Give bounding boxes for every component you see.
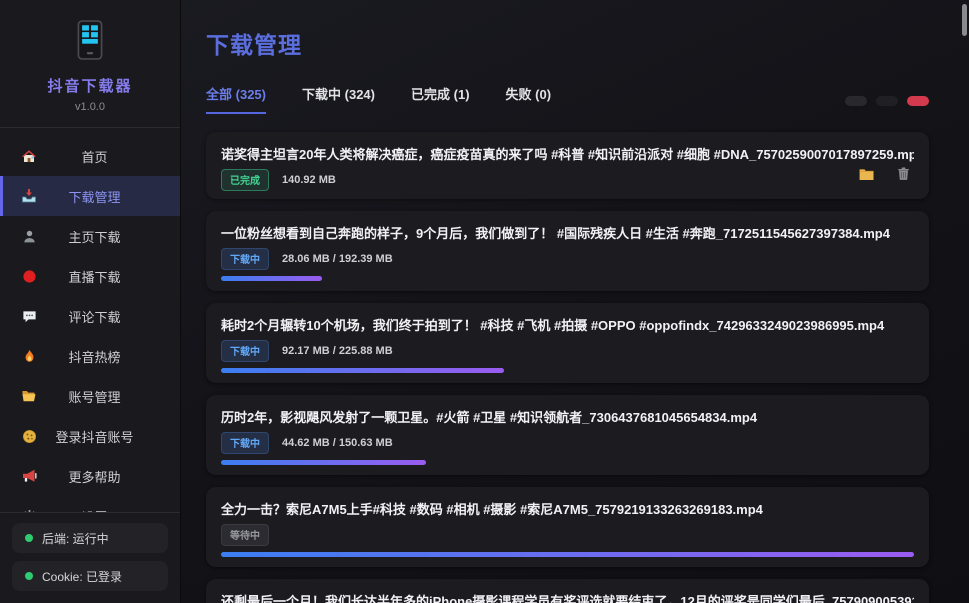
download-title: 耗时2个月辗转10个机场，我们终于拍到了！ #科技 #飞机 #拍摄 #OPPO … [221, 315, 914, 334]
sidebar-item-gear[interactable]: 设置 [0, 496, 180, 512]
sidebar-item-live-dot[interactable]: 直播下载 [0, 256, 180, 296]
sidebar-item-label: 账号管理 [41, 387, 166, 406]
download-card: 还剩最后一个月！我们长达半年多的iPhone摄影课程学员有奖评选就要结束了，12… [206, 579, 929, 603]
tab-label: 失败 [506, 87, 532, 102]
download-meta: 等待中 [221, 526, 914, 544]
status-label: Cookie: 已登录 [42, 568, 122, 585]
bulk-action-button[interactable] [907, 96, 929, 106]
tabs-row: 全部 (325) 下载中 (324) 已完成 (1) 失败 (0) [206, 84, 929, 114]
status-dot-icon [25, 572, 33, 580]
main-content: 下载管理 全部 (325) 下载中 (324) 已完成 (1) 失败 (0) 诺… [181, 0, 969, 603]
progress-bar [221, 552, 914, 557]
sidebar-item-megaphone[interactable]: 更多帮助 [0, 456, 180, 496]
tab[interactable]: 已完成 (1) [411, 84, 470, 114]
folder-open-icon [17, 388, 41, 404]
sidebar-item-comment[interactable]: 评论下载 [0, 296, 180, 336]
sidebar: 抖音下载器 v1.0.0 首页 下载管理 主页下载 直播下载 评论下载 抖音热榜… [0, 0, 181, 603]
tab[interactable]: 全部 (325) [206, 84, 266, 114]
tab-count: (325) [236, 87, 266, 102]
app-version: v1.0.0 [0, 101, 180, 113]
tab-count: (0) [535, 87, 551, 102]
status-badge: 下载中 [221, 248, 269, 270]
tab-label: 已完成 [411, 87, 450, 102]
download-card: 诺奖得主坦言20年人类将解决癌症，癌症疫苗真的来了吗 #科普 #知识前沿派对 #… [206, 132, 929, 199]
status-badge: 下载中 [221, 340, 269, 362]
download-card: 一位粉丝想看到自己奔跑的样子，9个月后，我们做到了！ #国际残疾人日 #生活 #… [206, 211, 929, 291]
live-dot-icon [17, 269, 41, 284]
sidebar-item-label: 更多帮助 [41, 467, 166, 486]
bulk-action-button[interactable] [845, 96, 867, 106]
fire-icon [17, 349, 41, 364]
sidebar-item-label: 评论下载 [41, 307, 166, 326]
comment-icon [17, 309, 41, 324]
tab-count: (324) [345, 87, 375, 102]
bulk-action-button[interactable] [876, 96, 898, 106]
status-badge: 已完成 [221, 169, 269, 191]
home-icon [17, 148, 41, 164]
download-title: 诺奖得主坦言20年人类将解决癌症，癌症疫苗真的来了吗 #科普 #知识前沿派对 #… [221, 144, 914, 163]
sidebar-item-folder-open[interactable]: 账号管理 [0, 376, 180, 416]
status-area: 后端: 运行中 Cookie: 已登录 [0, 512, 180, 603]
file-size: 92.17 MB / 225.88 MB [282, 345, 393, 357]
tab-count: (1) [454, 87, 470, 102]
file-size: 44.62 MB / 150.63 MB [282, 437, 393, 449]
sidebar-item-label: 主页下载 [41, 227, 166, 246]
sidebar-item-fire[interactable]: 抖音热榜 [0, 336, 180, 376]
sidebar-menu: 首页 下载管理 主页下载 直播下载 评论下载 抖音热榜 账号管理 登录抖音账号 … [0, 128, 180, 512]
sidebar-item-label: 下载管理 [41, 187, 166, 206]
megaphone-icon [17, 468, 41, 484]
status-label: 后端: 运行中 [42, 530, 109, 547]
progress-bar [221, 368, 504, 373]
status-badge: 下载中 [221, 432, 269, 454]
status-pill: Cookie: 已登录 [12, 561, 168, 591]
tab[interactable]: 失败 (0) [506, 84, 552, 114]
app-logo-area: 抖音下载器 v1.0.0 [0, 0, 180, 128]
sidebar-item-label: 直播下载 [41, 267, 166, 286]
tab[interactable]: 下载中 (324) [302, 84, 375, 114]
download-list: 诺奖得主坦言20年人类将解决癌症，癌症疫苗真的来了吗 #科普 #知识前沿派对 #… [206, 132, 929, 603]
download-card: 历时2年，影视飓风发射了一颗卫星。#火箭 #卫星 #知识领航者_73064376… [206, 395, 929, 475]
status-pill: 后端: 运行中 [12, 523, 168, 553]
progress-bar [221, 460, 426, 465]
download-title: 一位粉丝想看到自己奔跑的样子，9个月后，我们做到了！ #国际残疾人日 #生活 #… [221, 223, 914, 242]
download-card: 耗时2个月辗转10个机场，我们终于拍到了！ #科技 #飞机 #拍摄 #OPPO … [206, 303, 929, 383]
user-icon [17, 229, 41, 244]
trash-icon[interactable] [896, 166, 911, 183]
download-title: 历时2年，影视飓风发射了一颗卫星。#火箭 #卫星 #知识领航者_73064376… [221, 407, 914, 426]
status-dot-icon [25, 534, 33, 542]
file-size: 140.92 MB [282, 174, 336, 186]
card-actions [858, 166, 911, 183]
sidebar-item-user[interactable]: 主页下载 [0, 216, 180, 256]
tab-bar: 全部 (325) 下载中 (324) 已完成 (1) 失败 (0) [206, 84, 845, 114]
sidebar-item-cookie[interactable]: 登录抖音账号 [0, 416, 180, 456]
tab-label: 下载中 [302, 87, 341, 102]
sidebar-item-label: 抖音热榜 [41, 347, 166, 366]
page-title: 下载管理 [206, 26, 929, 60]
download-meta: 下载中 92.17 MB / 225.88 MB [221, 342, 914, 360]
download-meta: 下载中 28.06 MB / 192.39 MB [221, 250, 914, 268]
app-name: 抖音下载器 [0, 75, 180, 96]
download-card: 全力一击？索尼A7M5上手#科技 #数码 #相机 #摄影 #索尼A7M5_757… [206, 487, 929, 567]
folder-icon[interactable] [858, 166, 875, 183]
sidebar-item-label: 登录抖音账号 [41, 427, 166, 446]
sidebar-item-inbox-tray[interactable]: 下载管理 [0, 176, 180, 216]
phone-logo-icon [77, 20, 103, 65]
progress-bar [221, 276, 322, 281]
download-title: 全力一击？索尼A7M5上手#科技 #数码 #相机 #摄影 #索尼A7M5_757… [221, 499, 914, 518]
status-badge: 等待中 [221, 524, 269, 546]
tab-label: 全部 [206, 87, 232, 102]
download-title: 还剩最后一个月！我们长达半年多的iPhone摄影课程学员有奖评选就要结束了，12… [221, 591, 914, 603]
cookie-icon [17, 429, 41, 444]
sidebar-item-home[interactable]: 首页 [0, 136, 180, 176]
inbox-tray-icon [17, 188, 41, 204]
download-meta: 已完成 140.92 MB [221, 171, 914, 189]
download-meta: 下载中 44.62 MB / 150.63 MB [221, 434, 914, 452]
sidebar-item-label: 首页 [41, 147, 166, 166]
file-size: 28.06 MB / 192.39 MB [282, 253, 393, 265]
bulk-action-buttons [845, 96, 929, 114]
scrollbar-thumb[interactable] [962, 4, 967, 36]
